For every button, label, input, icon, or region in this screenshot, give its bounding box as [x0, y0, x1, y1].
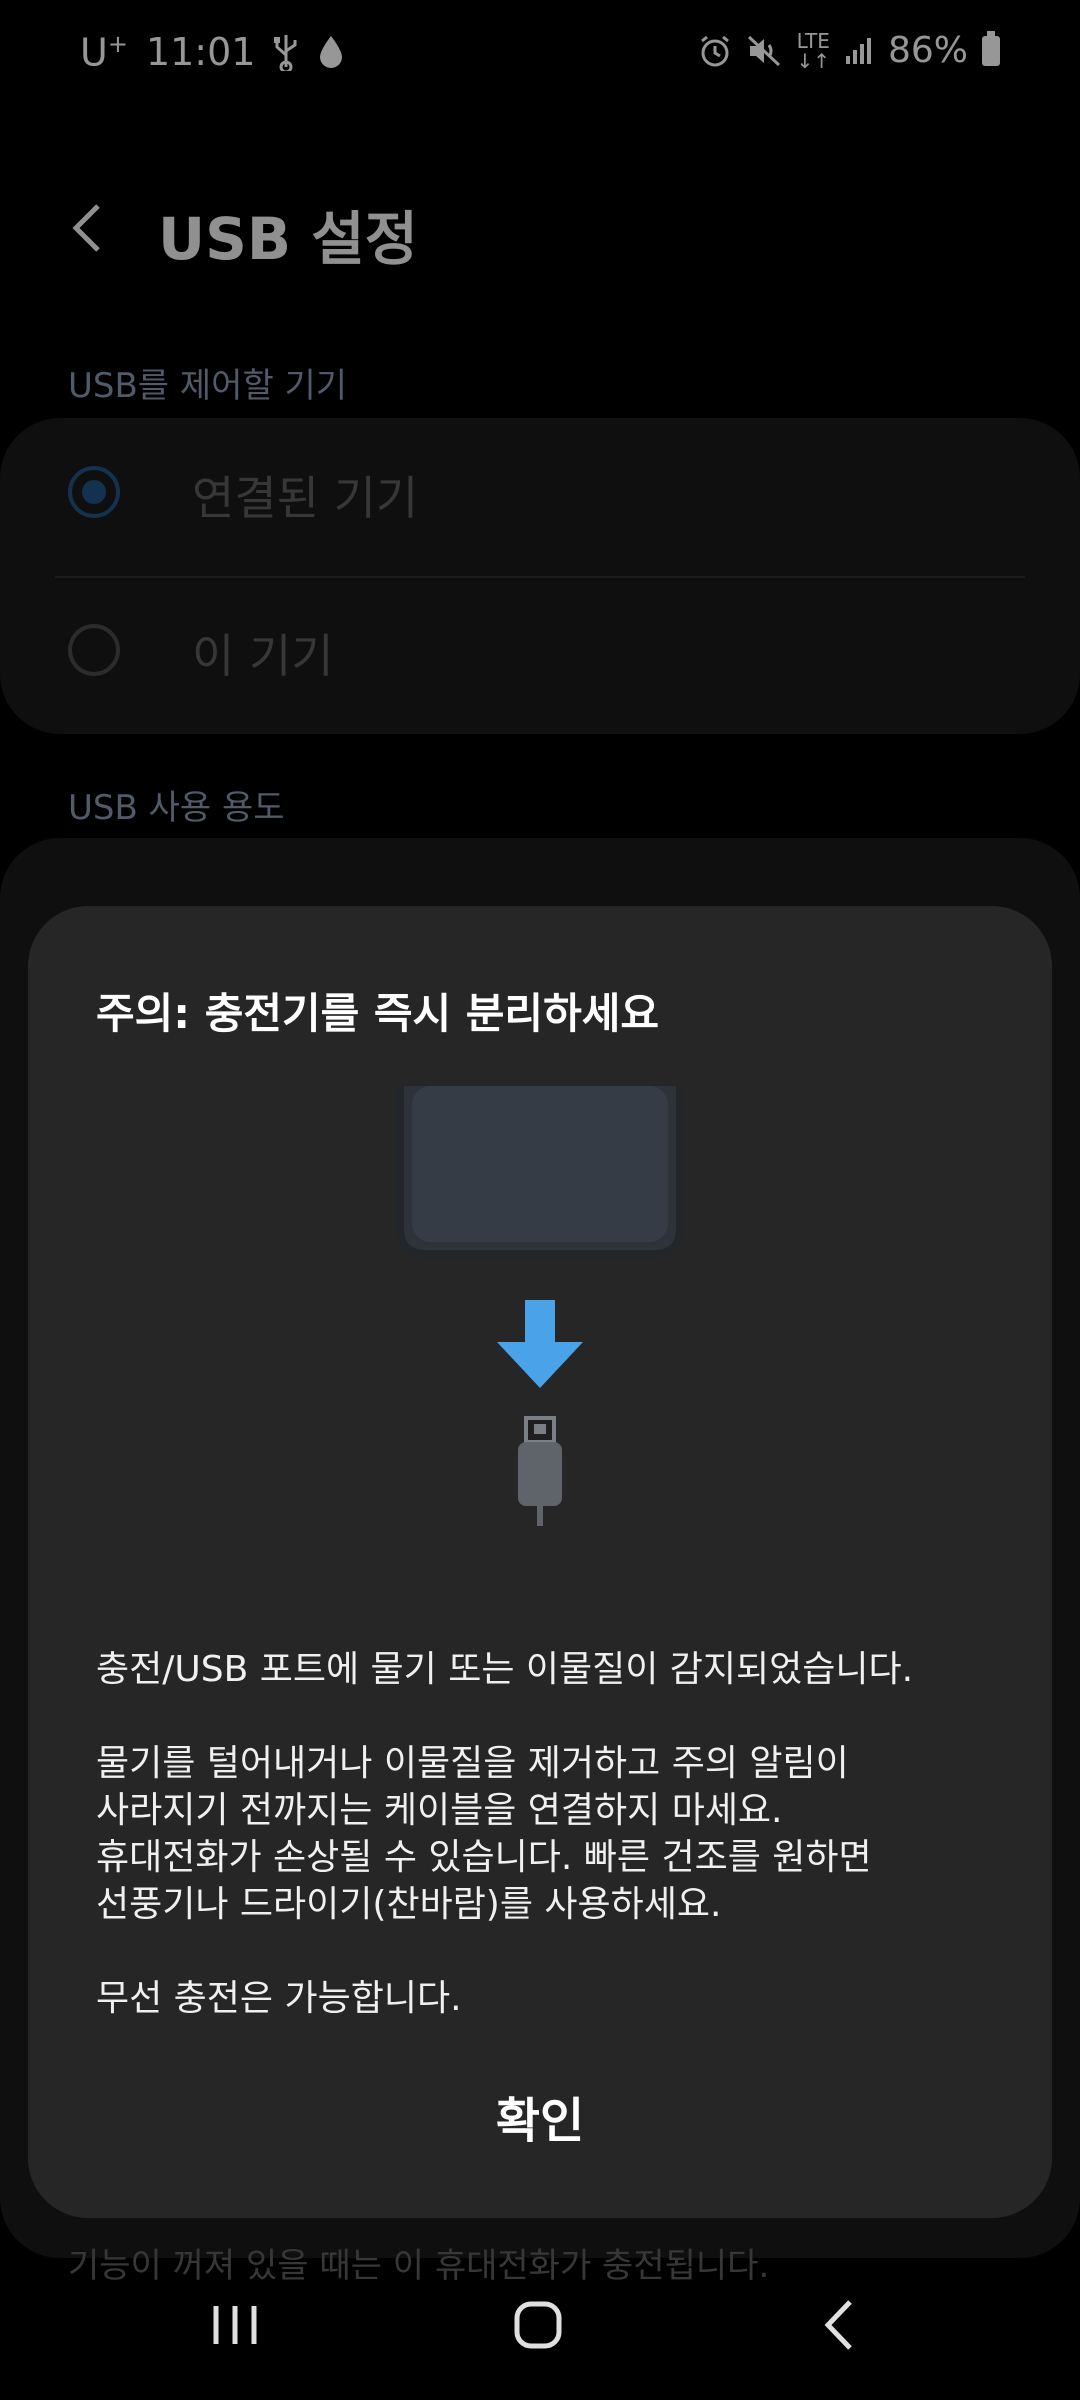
moisture-warning-dialog: 주의: 충전기를 즉시 분리하세요 충전/USB 포트에 물기 또는 이물질이 …	[28, 906, 1052, 2218]
dialog-message: 충전/USB 포트에 물기 또는 이물질이 감지되었습니다. 물기를 털어내거나…	[96, 1646, 996, 2022]
dialog-title: 주의: 충전기를 즉시 분리하세요	[96, 989, 659, 1038]
confirm-button[interactable]: 확인	[390, 2076, 690, 2166]
down-arrow-icon	[497, 1300, 583, 1388]
unplug-charger-illustration	[396, 1086, 684, 1526]
dialog-paragraph: 무선 충전은 가능합니다.	[96, 1978, 462, 2019]
home-button[interactable]	[493, 2280, 583, 2370]
recent-apps-button[interactable]	[190, 2280, 280, 2370]
navigation-bar	[0, 2250, 1080, 2400]
usb-cable-icon	[518, 1416, 562, 1526]
back-button[interactable]	[796, 2280, 886, 2370]
phone-bottom-icon	[396, 1086, 684, 1258]
dialog-paragraph: 충전/USB 포트에 물기 또는 이물질이 감지되었습니다.	[96, 1649, 914, 1690]
dialog-paragraph: 물기를 털어내거나 이물질을 제거하고 주의 알림이 사라지기 전까지는 케이블…	[96, 1743, 872, 1925]
